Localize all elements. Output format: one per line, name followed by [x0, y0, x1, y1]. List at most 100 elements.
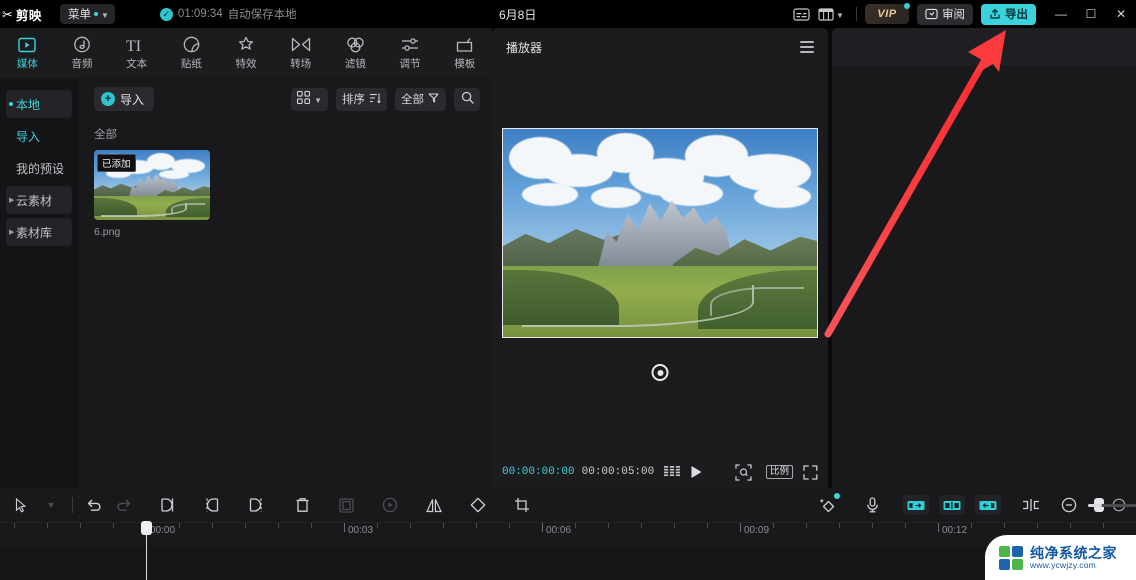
timeline-zoom-slider[interactable]: [1088, 498, 1136, 512]
clip-right-teal-icon[interactable]: [975, 495, 1001, 515]
template-icon: [456, 35, 473, 54]
minimize-icon: —: [1055, 7, 1067, 21]
sidebar-item-asset-library[interactable]: ▶ 素材库: [6, 218, 72, 246]
app-brand: ✂ 剪映: [2, 5, 54, 24]
cursor-icon[interactable]: [6, 490, 36, 520]
freeze-frame-icon[interactable]: [375, 490, 405, 520]
maximize-button[interactable]: ☐: [1076, 0, 1106, 28]
microphone-icon[interactable]: [857, 490, 887, 520]
filter-all-button[interactable]: 全部: [395, 87, 446, 111]
watermark-text: 纯净系统之家 www.ycwjzy.com: [1030, 546, 1117, 570]
vip-button[interactable]: VIP: [865, 3, 910, 24]
sidebar-item-local[interactable]: 本地: [6, 90, 72, 118]
sidebar-item-my-presets[interactable]: 我的预设: [6, 154, 72, 182]
player-title: 播放器: [506, 40, 543, 55]
playhead[interactable]: [141, 521, 152, 580]
effects-icon: [237, 35, 255, 54]
media-grid: 已添加 6.png: [78, 146, 492, 238]
export-button[interactable]: 导出: [981, 3, 1036, 25]
delete-icon[interactable]: [287, 490, 317, 520]
media-section-label: 全部: [94, 129, 117, 141]
toolbar-divider: [72, 497, 73, 513]
split-right-icon[interactable]: [241, 490, 271, 520]
play-icon[interactable]: [690, 465, 703, 479]
view-mode-button[interactable]: ▼: [291, 87, 328, 111]
redo-icon[interactable]: [109, 490, 139, 520]
mirror-icon[interactable]: [419, 490, 449, 520]
zoom-slider-track[interactable]: [1088, 503, 1136, 507]
search-button[interactable]: [454, 87, 480, 111]
review-button[interactable]: 审阅: [917, 3, 973, 25]
media-item[interactable]: 已添加 6.png: [94, 150, 210, 238]
tab-effects[interactable]: 特效: [219, 28, 274, 78]
filter-all-label: 全部: [401, 94, 424, 106]
subtitle-icon[interactable]: [788, 4, 814, 24]
clip-left-teal-icon[interactable]: [903, 495, 929, 515]
snap-icon[interactable]: [1016, 490, 1046, 520]
video-preview[interactable]: [502, 128, 818, 338]
ratio-button[interactable]: 比例: [765, 464, 793, 480]
split-left-icon[interactable]: [153, 490, 183, 520]
ruler-label: 00:06: [546, 525, 572, 536]
hamburger-icon[interactable]: [800, 41, 814, 53]
tab-transition[interactable]: 转场: [273, 28, 328, 78]
sidebar-item-import[interactable]: 导入: [6, 122, 72, 150]
tab-sticker-label: 贴纸: [180, 58, 202, 70]
tab-media[interactable]: 媒体: [0, 28, 55, 78]
record-badge-icon[interactable]: [651, 364, 669, 381]
tab-text[interactable]: TI 文本: [109, 28, 164, 78]
sort-button-label: 排序: [342, 94, 365, 106]
sort-icon: [369, 92, 381, 107]
adjust-icon: [400, 35, 420, 54]
timeline-tracks[interactable]: [0, 546, 1136, 580]
tab-media-label: 媒体: [16, 58, 38, 70]
media-thumbnail[interactable]: 已添加: [94, 150, 210, 220]
menu-button[interactable]: 菜单 ▼: [60, 4, 115, 24]
fullscreen-icon[interactable]: [803, 464, 818, 480]
minimize-button[interactable]: —: [1046, 0, 1076, 28]
ruler-label: 00:03: [348, 525, 374, 536]
undo-icon[interactable]: [79, 490, 109, 520]
rotate-icon[interactable]: [463, 490, 493, 520]
sort-button[interactable]: 排序: [336, 87, 387, 111]
import-button[interactable]: + 导入: [94, 87, 155, 111]
vip-label: VIP: [877, 8, 897, 20]
tab-sticker[interactable]: 贴纸: [164, 28, 219, 78]
clip-center-teal-icon[interactable]: [939, 495, 965, 515]
menu-button-label: 菜单: [68, 9, 91, 21]
add-keyframe-icon[interactable]: [813, 490, 843, 520]
split-icon[interactable]: [197, 490, 227, 520]
filter-icon: [346, 35, 365, 54]
preview-image: [503, 129, 817, 337]
tab-audio[interactable]: 音频: [55, 28, 110, 78]
crop-frame-icon[interactable]: [331, 490, 361, 520]
crop-icon[interactable]: [507, 490, 537, 520]
tab-template[interactable]: 模板: [437, 28, 492, 78]
zoom-out-icon[interactable]: [1054, 490, 1084, 520]
playhead-handle[interactable]: [141, 521, 152, 535]
layout-icon[interactable]: ▼: [814, 4, 848, 24]
fit-screen-icon[interactable]: [735, 463, 752, 481]
tab-template-label: 模板: [454, 58, 476, 70]
title-bar: ✂ 剪映 菜单 ▼ ✓ 01:09:34 自动保存本地 6月8日 ▼ VIP 审…: [0, 0, 1136, 28]
ruler-label: 00:12: [942, 525, 968, 536]
timeline-ruler[interactable]: 00:00 00:03 00:06 00:09 00:12: [0, 522, 1136, 546]
tab-adjust[interactable]: 调节: [383, 28, 438, 78]
sidebar-item-cloud-assets[interactable]: ▶ 云素材: [6, 186, 72, 214]
close-button[interactable]: ✕: [1106, 0, 1136, 28]
import-button-label: 导入: [120, 92, 145, 107]
sidebar-item-import-label: 导入: [16, 129, 41, 144]
menu-notification-dot: [94, 12, 98, 16]
chevron-down-icon: ▼: [101, 10, 109, 20]
player-stage: [492, 66, 828, 464]
player-header: 播放器: [492, 28, 828, 66]
chevron-down-icon[interactable]: ▼: [36, 490, 66, 520]
frames-icon[interactable]: [664, 465, 681, 479]
properties-panel-header: [832, 28, 1136, 66]
app-name: 剪映: [15, 8, 42, 23]
chevron-down-icon: ▼: [836, 10, 844, 20]
autosave-label: 自动保存本地: [227, 9, 297, 21]
tab-filter[interactable]: 滤镜: [328, 28, 383, 78]
sidebar-item-local-label: 本地: [16, 97, 41, 112]
export-label: 导出: [1005, 9, 1028, 21]
